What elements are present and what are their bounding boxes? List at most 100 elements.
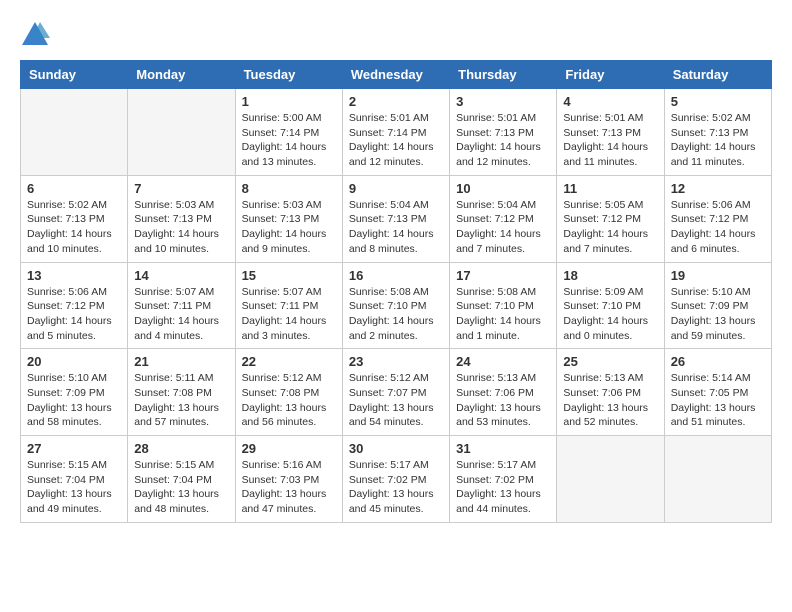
calendar-cell: 13Sunrise: 5:06 AM Sunset: 7:12 PM Dayli… [21, 262, 128, 349]
header [20, 20, 772, 50]
calendar-cell: 18 Sunrise: 5:09 AM Sunset: 7:10 PM Dayli… [557, 262, 664, 349]
day-number: 20 [27, 354, 121, 369]
day-number: 1 [242, 94, 336, 109]
week-row-2: 6 Sunrise: 5:02 AM Sunset: 7:13 PM Daylig… [21, 175, 772, 262]
cell-info: Sunrise: 5:01 AM Sunset: 7:13 PM Dayligh… [456, 111, 550, 170]
calendar-cell: 29 Sunrise: 5:16 AM Sunset: 7:03 PM Dayli… [235, 436, 342, 523]
calendar-cell: 6 Sunrise: 5:02 AM Sunset: 7:13 PM Daylig… [21, 175, 128, 262]
day-number: 23 [349, 354, 443, 369]
day-number: 25 [563, 354, 657, 369]
week-row-3: 13Sunrise: 5:06 AM Sunset: 7:12 PM Dayli… [21, 262, 772, 349]
cell-info: Sunrise: 5:10 AM Sunset: 7:09 PM Dayligh… [671, 285, 765, 344]
day-number: 11 [563, 181, 657, 196]
cell-info: Sunrise: 5:08 AM Sunset: 7:10 PM Dayligh… [349, 285, 443, 344]
calendar-cell: 5 Sunrise: 5:02 AM Sunset: 7:13 PM Daylig… [664, 89, 771, 176]
day-number: 9 [349, 181, 443, 196]
week-row-1: 1 Sunrise: 5:00 AM Sunset: 7:14 PM Daylig… [21, 89, 772, 176]
weekday-wednesday: Wednesday [342, 61, 449, 89]
day-number: 6 [27, 181, 121, 196]
day-number: 15 [242, 268, 336, 283]
cell-info: Sunrise: 5:07 AM Sunset: 7:11 PM Dayligh… [134, 285, 228, 344]
cell-info: Sunrise: 5:13 AM Sunset: 7:06 PM Dayligh… [456, 371, 550, 430]
cell-info: Sunrise: 5:03 AM Sunset: 7:13 PM Dayligh… [242, 198, 336, 257]
calendar-cell: 11 Sunrise: 5:05 AM Sunset: 7:12 PM Dayli… [557, 175, 664, 262]
calendar-body: 1 Sunrise: 5:00 AM Sunset: 7:14 PM Daylig… [21, 89, 772, 523]
calendar-cell: 12 Sunrise: 5:06 AM Sunset: 7:12 PM Dayli… [664, 175, 771, 262]
weekday-saturday: Saturday [664, 61, 771, 89]
day-number: 22 [242, 354, 336, 369]
calendar-cell: 25 Sunrise: 5:13 AM Sunset: 7:06 PM Dayli… [557, 349, 664, 436]
calendar-cell: 17 Sunrise: 5:08 AM Sunset: 7:10 PM Dayli… [450, 262, 557, 349]
calendar-cell: 16 Sunrise: 5:08 AM Sunset: 7:10 PM Dayli… [342, 262, 449, 349]
day-number: 13 [27, 268, 121, 283]
day-number: 21 [134, 354, 228, 369]
calendar-cell: 3 Sunrise: 5:01 AM Sunset: 7:13 PM Daylig… [450, 89, 557, 176]
cell-info: Sunrise: 5:15 AM Sunset: 7:04 PM Dayligh… [134, 458, 228, 517]
calendar-cell: 30Sunrise: 5:17 AM Sunset: 7:02 PM Dayli… [342, 436, 449, 523]
cell-info: Sunrise: 5:04 AM Sunset: 7:12 PM Dayligh… [456, 198, 550, 257]
calendar-cell [128, 89, 235, 176]
weekday-header-row: SundayMondayTuesdayWednesdayThursdayFrid… [21, 61, 772, 89]
cell-info: Sunrise: 5:01 AM Sunset: 7:14 PM Dayligh… [349, 111, 443, 170]
day-number: 29 [242, 441, 336, 456]
calendar-cell [664, 436, 771, 523]
day-number: 28 [134, 441, 228, 456]
weekday-tuesday: Tuesday [235, 61, 342, 89]
day-number: 27 [27, 441, 121, 456]
day-number: 17 [456, 268, 550, 283]
calendar-cell: 15 Sunrise: 5:07 AM Sunset: 7:11 PM Dayli… [235, 262, 342, 349]
day-number: 4 [563, 94, 657, 109]
day-number: 5 [671, 94, 765, 109]
cell-info: Sunrise: 5:17 AM Sunset: 7:02 PM Dayligh… [349, 458, 443, 517]
calendar-cell: 9 Sunrise: 5:04 AM Sunset: 7:13 PM Daylig… [342, 175, 449, 262]
calendar-cell: 23 Sunrise: 5:12 AM Sunset: 7:07 PM Dayli… [342, 349, 449, 436]
day-number: 24 [456, 354, 550, 369]
day-number: 14 [134, 268, 228, 283]
calendar-cell: 26 Sunrise: 5:14 AM Sunset: 7:05 PM Dayli… [664, 349, 771, 436]
cell-info: Sunrise: 5:07 AM Sunset: 7:11 PM Dayligh… [242, 285, 336, 344]
cell-info: Sunrise: 5:03 AM Sunset: 7:13 PM Dayligh… [134, 198, 228, 257]
calendar-cell: 14 Sunrise: 5:07 AM Sunset: 7:11 PM Dayli… [128, 262, 235, 349]
cell-info: Sunrise: 5:12 AM Sunset: 7:07 PM Dayligh… [349, 371, 443, 430]
calendar-cell: 27 Sunrise: 5:15 AM Sunset: 7:04 PM Dayli… [21, 436, 128, 523]
cell-info: Sunrise: 5:02 AM Sunset: 7:13 PM Dayligh… [671, 111, 765, 170]
weekday-monday: Monday [128, 61, 235, 89]
day-number: 18 [563, 268, 657, 283]
calendar-cell: 28 Sunrise: 5:15 AM Sunset: 7:04 PM Dayli… [128, 436, 235, 523]
calendar-table: SundayMondayTuesdayWednesdayThursdayFrid… [20, 60, 772, 523]
cell-info: Sunrise: 5:14 AM Sunset: 7:05 PM Dayligh… [671, 371, 765, 430]
calendar-cell: 2Sunrise: 5:01 AM Sunset: 7:14 PM Daylig… [342, 89, 449, 176]
week-row-4: 20 Sunrise: 5:10 AM Sunset: 7:09 PM Dayli… [21, 349, 772, 436]
cell-info: Sunrise: 5:13 AM Sunset: 7:06 PM Dayligh… [563, 371, 657, 430]
cell-info: Sunrise: 5:04 AM Sunset: 7:13 PM Dayligh… [349, 198, 443, 257]
calendar-cell [21, 89, 128, 176]
cell-info: Sunrise: 5:02 AM Sunset: 7:13 PM Dayligh… [27, 198, 121, 257]
day-number: 31 [456, 441, 550, 456]
cell-info: Sunrise: 5:12 AM Sunset: 7:08 PM Dayligh… [242, 371, 336, 430]
cell-info: Sunrise: 5:09 AM Sunset: 7:10 PM Dayligh… [563, 285, 657, 344]
day-number: 3 [456, 94, 550, 109]
cell-info: Sunrise: 5:15 AM Sunset: 7:04 PM Dayligh… [27, 458, 121, 517]
cell-info: Sunrise: 5:00 AM Sunset: 7:14 PM Dayligh… [242, 111, 336, 170]
calendar-cell [557, 436, 664, 523]
weekday-thursday: Thursday [450, 61, 557, 89]
calendar-cell: 10Sunrise: 5:04 AM Sunset: 7:12 PM Dayli… [450, 175, 557, 262]
calendar-cell: 21 Sunrise: 5:11 AM Sunset: 7:08 PM Dayli… [128, 349, 235, 436]
cell-info: Sunrise: 5:16 AM Sunset: 7:03 PM Dayligh… [242, 458, 336, 517]
calendar-cell: 1 Sunrise: 5:00 AM Sunset: 7:14 PM Daylig… [235, 89, 342, 176]
cell-info: Sunrise: 5:17 AM Sunset: 7:02 PM Dayligh… [456, 458, 550, 517]
cell-info: Sunrise: 5:11 AM Sunset: 7:08 PM Dayligh… [134, 371, 228, 430]
calendar-cell: 24 Sunrise: 5:13 AM Sunset: 7:06 PM Dayli… [450, 349, 557, 436]
cell-info: Sunrise: 5:06 AM Sunset: 7:12 PM Dayligh… [671, 198, 765, 257]
calendar-cell: 4Sunrise: 5:01 AM Sunset: 7:13 PM Daylig… [557, 89, 664, 176]
day-number: 26 [671, 354, 765, 369]
day-number: 7 [134, 181, 228, 196]
cell-info: Sunrise: 5:10 AM Sunset: 7:09 PM Dayligh… [27, 371, 121, 430]
calendar-cell: 31 Sunrise: 5:17 AM Sunset: 7:02 PM Dayli… [450, 436, 557, 523]
logo [20, 20, 54, 50]
calendar-cell: 20 Sunrise: 5:10 AM Sunset: 7:09 PM Dayli… [21, 349, 128, 436]
day-number: 12 [671, 181, 765, 196]
cell-info: Sunrise: 5:08 AM Sunset: 7:10 PM Dayligh… [456, 285, 550, 344]
cell-info: Sunrise: 5:05 AM Sunset: 7:12 PM Dayligh… [563, 198, 657, 257]
day-number: 16 [349, 268, 443, 283]
